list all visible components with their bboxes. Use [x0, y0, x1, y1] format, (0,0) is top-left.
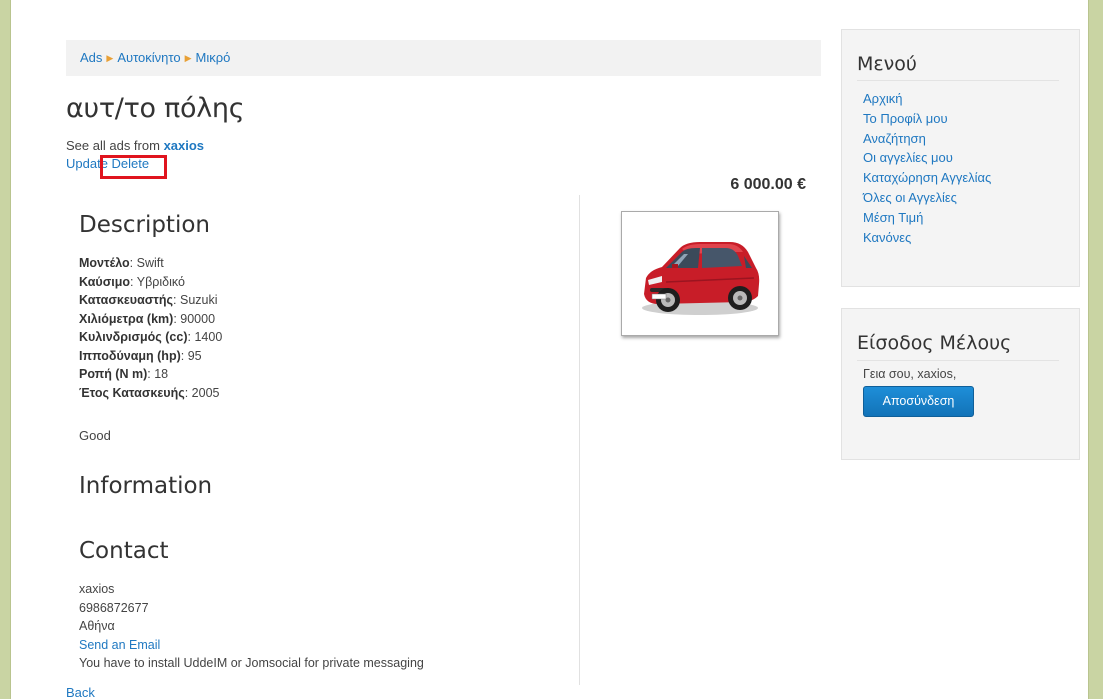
messaging-note: You have to install UddeIM or Jomsocial …	[79, 656, 424, 670]
field-label: Ιπποδύναμη (hp)	[79, 348, 181, 363]
login-module: Είσοδος Μέλους Γεια σου, xaxios, Αποσύνδ…	[841, 308, 1080, 460]
send-email-link[interactable]: Send an Email	[79, 638, 160, 652]
field-value: Suzuki	[179, 293, 218, 307]
description-heading: Description	[79, 212, 210, 238]
column-divider	[579, 195, 580, 685]
menu-module: Μενού Αρχική Το Προφίλ μου Αναζήτηση Οι …	[841, 29, 1080, 287]
description-fields: Μοντέλο: Swift Καύσιμο: Υβριδικό Κατασκε…	[79, 254, 222, 402]
field-value: 95	[187, 348, 202, 363]
field-row: Ροπή (N m): 18	[79, 367, 169, 381]
menu-item-home[interactable]: Αρχική	[863, 91, 903, 106]
description-note: Good	[79, 428, 111, 443]
delete-link[interactable]: Delete	[112, 156, 150, 171]
breadcrumb-link-small[interactable]: Μικρό	[196, 50, 231, 65]
menu-item-post-ad[interactable]: Καταχώρηση Αγγελίας	[863, 170, 991, 185]
module-divider	[857, 360, 1059, 361]
information-heading: Information	[79, 473, 213, 499]
menu-module-title: Μενού	[857, 53, 917, 75]
page-title: αυτ/το πόλης	[66, 93, 245, 124]
field-label: Κατασκευαστής	[79, 293, 174, 307]
ad-image[interactable]	[621, 211, 779, 336]
field-value: 2005	[191, 385, 220, 400]
menu-item-profile[interactable]: Το Προφίλ μου	[863, 111, 948, 126]
menu-item-average-price[interactable]: Μέση Τιμή	[863, 210, 923, 225]
field-value: 90000	[180, 311, 216, 326]
breadcrumb-arrow-icon: ▶	[184, 53, 192, 63]
field-label: Χιλιόμετρα (km)	[79, 311, 174, 326]
login-module-title: Είσοδος Μέλους	[857, 332, 1012, 354]
field-label: Ροπή (N m)	[79, 367, 148, 381]
field-row: Έτος Κατασκευής: 2005	[79, 385, 220, 400]
field-label: Καύσιμο	[79, 274, 131, 289]
red-hatchback-car-image	[642, 242, 760, 315]
field-row: Κυλινδρισμός (cc): 1400	[79, 330, 223, 344]
menu-item-all-ads[interactable]: Όλες οι Αγγελίες	[863, 190, 957, 205]
menu-list: Αρχική Το Προφίλ μου Αναζήτηση Οι αγγελί…	[863, 89, 991, 247]
greeting-text: Γεια σου, xaxios,	[863, 367, 957, 381]
field-row: Καύσιμο: Υβριδικό	[79, 274, 185, 289]
contact-phone: 6986872677	[79, 600, 149, 615]
ad-price: 6 000.00 €	[730, 176, 806, 193]
field-value: Swift	[136, 256, 164, 270]
contact-heading: Contact	[79, 538, 169, 564]
field-row: Μοντέλο: Swift	[79, 256, 164, 270]
field-row: Ιπποδύναμη (hp): 95	[79, 348, 202, 363]
module-divider	[857, 80, 1059, 81]
contact-city: Αθήνα	[79, 619, 115, 633]
contact-name: xaxios	[79, 582, 115, 596]
back-link[interactable]: Back	[66, 685, 95, 699]
breadcrumb-link-ads[interactable]: Ads	[80, 50, 102, 65]
field-row: Κατασκευαστής: Suzuki	[79, 293, 218, 307]
field-value: Υβριδικό	[136, 274, 185, 289]
field-label: Κυλινδρισμός (cc)	[79, 330, 188, 344]
menu-item-search[interactable]: Αναζήτηση	[863, 131, 926, 146]
field-value: 1400	[194, 330, 223, 344]
ad-actions: Update Delete	[66, 156, 149, 171]
update-link[interactable]: Update	[66, 156, 108, 171]
field-row: Χιλιόμετρα (km): 90000	[79, 311, 216, 326]
page-container: Ads ▶ Αυτοκίνητο ▶ Μικρό αυτ/το πόλης See al…	[10, 0, 1089, 699]
breadcrumb-link-car[interactable]: Αυτοκίνητο	[117, 50, 180, 65]
breadcrumb: Ads ▶ Αυτοκίνητο ▶ Μικρό	[66, 40, 821, 76]
see-all-prefix: See all ads from	[66, 138, 160, 153]
owner-link[interactable]: xaxios	[164, 138, 204, 153]
menu-item-rules[interactable]: Κανόνες	[863, 230, 911, 245]
logout-button[interactable]: Αποσύνδεση	[863, 386, 974, 417]
contact-details: xaxios 6986872677 Αθήνα Send an Email Yo…	[79, 580, 424, 673]
field-value: 18	[154, 367, 169, 381]
menu-item-my-ads[interactable]: Οι αγγελίες μου	[863, 150, 953, 165]
see-all-ads: See all ads from xaxios	[66, 138, 204, 153]
breadcrumb-arrow-icon: ▶	[106, 53, 114, 63]
field-label: Μοντέλο	[79, 256, 130, 270]
field-label: Έτος Κατασκευής	[79, 385, 185, 400]
